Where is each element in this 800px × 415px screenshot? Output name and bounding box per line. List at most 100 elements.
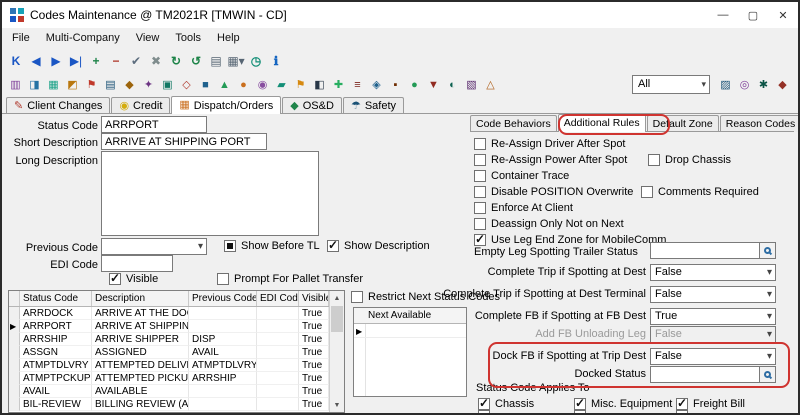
table-row[interactable]: ASSGN ASSIGNED AVAIL True: [9, 346, 344, 359]
grid-cell[interactable]: [189, 320, 257, 333]
grid-header[interactable]: Description: [92, 291, 189, 306]
nav-next-icon[interactable]: ▶: [47, 52, 65, 70]
tool-icon[interactable]: ▥: [7, 77, 24, 93]
grid-cell[interactable]: [189, 307, 257, 320]
close-button[interactable]: ✕: [768, 2, 798, 28]
checkbox-enforce-at-client[interactable]: Enforce At Client: [474, 201, 573, 215]
row-selector[interactable]: [9, 385, 20, 398]
dock-fb-trip-dest-select[interactable]: False: [650, 348, 776, 365]
tool-icon[interactable]: ◩: [64, 77, 81, 93]
checkbox-comments-required[interactable]: Comments Required: [641, 185, 759, 199]
tab-safety[interactable]: ☂Safety: [343, 97, 404, 114]
menu-item-help[interactable]: Help: [209, 28, 248, 48]
docked-status-lookup-button[interactable]: [759, 367, 775, 382]
print-icon[interactable]: ▤: [207, 52, 225, 70]
checkbox-prompt-pallet[interactable]: Prompt For Pallet Transfer: [217, 272, 363, 286]
row-selector[interactable]: [9, 359, 20, 372]
chassis-checkbox[interactable]: [478, 398, 490, 410]
tab-osd[interactable]: ◆OS&D: [282, 97, 342, 114]
clock-icon[interactable]: ◷: [247, 52, 265, 70]
tool-icon[interactable]: △: [482, 77, 499, 93]
tab-reason-codes[interactable]: Reason Codes: [720, 115, 798, 132]
enforce-at-client-checkbox[interactable]: [474, 202, 486, 214]
tool-icon[interactable]: ▤: [102, 77, 119, 93]
grid-cell[interactable]: ARRIVE AT SHIPPING PORT: [92, 320, 189, 333]
grid-header[interactable]: Status Code: [20, 291, 92, 306]
grid-cell[interactable]: True: [299, 346, 329, 359]
tool-icon[interactable]: ⚑: [292, 77, 309, 93]
tool-icon[interactable]: ≡: [349, 77, 366, 93]
docked-status-field[interactable]: [650, 366, 776, 383]
grid-cell[interactable]: BIL-REVIEW: [20, 398, 92, 411]
tool-icon[interactable]: ■: [197, 77, 214, 93]
tool-icon[interactable]: ✚: [330, 77, 347, 93]
grid-cell[interactable]: [257, 333, 299, 346]
grid-cell[interactable]: ARRDOCK: [20, 307, 92, 320]
scroll-up-icon[interactable]: ▲: [330, 291, 344, 305]
checkbox-drop-chassis[interactable]: Drop Chassis: [648, 153, 731, 167]
partial-checkbox[interactable]: [478, 410, 490, 413]
tool-icon[interactable]: ◆: [774, 77, 791, 93]
grid-cell[interactable]: [257, 385, 299, 398]
grid-cell[interactable]: ARRPORT: [20, 320, 92, 333]
grid-cell[interactable]: AVAIL: [20, 385, 92, 398]
short-description-input[interactable]: [101, 133, 267, 150]
refresh-all-icon[interactable]: ↺: [187, 52, 205, 70]
grid-header[interactable]: Previous Code: [189, 291, 257, 306]
tool-icon[interactable]: ◧: [311, 77, 328, 93]
tool-icon[interactable]: ◎: [736, 77, 753, 93]
tab-dispatch-orders[interactable]: ▦Dispatch/Orders: [171, 96, 281, 114]
table-row[interactable]: ARRDOCK ARRIVE AT THE DOCK True: [9, 307, 344, 320]
grid-cell[interactable]: ARRIVE SHIPPER: [92, 333, 189, 346]
menu-item-file[interactable]: File: [4, 28, 38, 48]
row-selector[interactable]: [9, 398, 20, 411]
grid-cell[interactable]: [189, 398, 257, 411]
row-selector[interactable]: [9, 307, 20, 320]
grid-cell[interactable]: DISP: [189, 333, 257, 346]
previous-code-select[interactable]: [101, 238, 207, 255]
menu-item-tools[interactable]: Tools: [167, 28, 209, 48]
checkbox-disable-position[interactable]: Disable POSITION Overwrite: [474, 185, 633, 199]
tool-icon[interactable]: ●: [406, 77, 423, 93]
tool-icon[interactable]: ✦: [140, 77, 157, 93]
grid-cell[interactable]: AVAILABLE: [92, 385, 189, 398]
grid-cell[interactable]: [257, 359, 299, 372]
checkbox-show-before-tl[interactable]: Show Before TL: [224, 239, 320, 253]
long-description-input[interactable]: [101, 151, 319, 236]
reassign-power-checkbox[interactable]: [474, 154, 486, 166]
tool-icon[interactable]: ▪: [387, 77, 404, 93]
grid-cell[interactable]: True: [299, 320, 329, 333]
tool-icon[interactable]: ✱: [755, 77, 772, 93]
cancel-icon[interactable]: ✖: [147, 52, 165, 70]
menu-item-view[interactable]: View: [128, 28, 168, 48]
grid-cell[interactable]: ATTEMPTED DELIVERY: [92, 359, 189, 372]
table-row[interactable]: AVAIL AVAILABLE True: [9, 385, 344, 398]
grid-cell[interactable]: ARRIVE AT THE DOCK: [92, 307, 189, 320]
show-before-tl-checkbox[interactable]: [224, 240, 236, 252]
grid-cell[interactable]: True: [299, 359, 329, 372]
grid-header[interactable]: EDI Code: [257, 291, 299, 306]
grid-header[interactable]: Visible: [299, 291, 329, 306]
grid-cell[interactable]: ARRSHIP: [20, 333, 92, 346]
grid-cell[interactable]: AVAIL: [189, 346, 257, 359]
row-selector[interactable]: [9, 372, 20, 385]
refresh-icon[interactable]: ↻: [167, 52, 185, 70]
grid-cell[interactable]: True: [299, 398, 329, 411]
tab-additional-rules[interactable]: Additional Rules: [558, 114, 646, 132]
restrict-next-checkbox[interactable]: [351, 291, 363, 303]
tool-icon[interactable]: ▲: [216, 77, 233, 93]
add-icon[interactable]: +: [87, 52, 105, 70]
tool-icon[interactable]: ◆: [121, 77, 138, 93]
tool-icon[interactable]: ▰: [273, 77, 290, 93]
grid-cell[interactable]: [257, 372, 299, 385]
table-row[interactable]: BIL-REVIEW BILLING REVIEW (AL True: [9, 398, 344, 411]
grid-cell[interactable]: ASSGN: [20, 346, 92, 359]
show-description-checkbox[interactable]: [327, 240, 339, 252]
tool-icon[interactable]: ◈: [368, 77, 385, 93]
checkbox-visible[interactable]: Visible: [109, 272, 158, 286]
nav-first-icon[interactable]: K: [7, 52, 25, 70]
complete-trip-dest-terminal-select[interactable]: False: [650, 286, 776, 303]
grid-cell[interactable]: ARRSHIP: [189, 372, 257, 385]
checkbox-freight-bill[interactable]: Freight Bill: [676, 397, 745, 411]
checkbox-misc-equipment[interactable]: Misc. Equipment: [574, 397, 672, 411]
